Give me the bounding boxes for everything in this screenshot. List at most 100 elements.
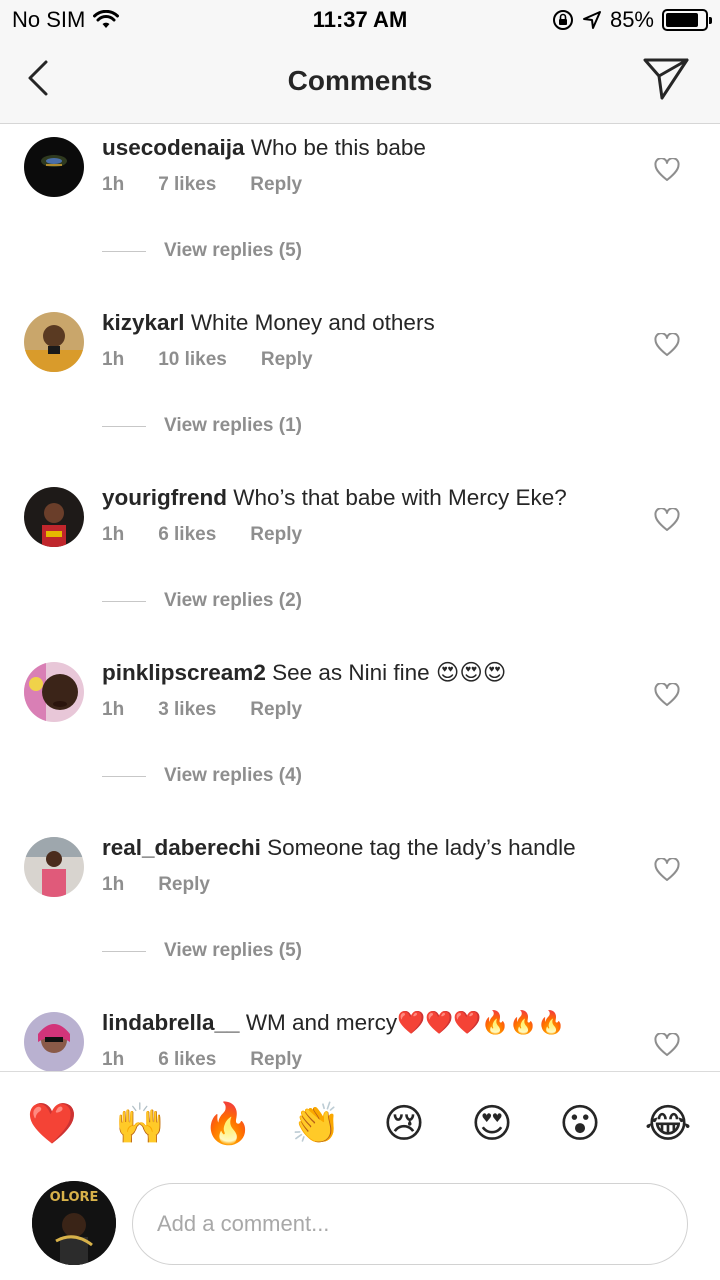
comment-time: 1h bbox=[102, 699, 125, 720]
comment-item: real_daberechi Someone tag the lady’s ha… bbox=[0, 825, 720, 1000]
view-replies-label: View replies (4) bbox=[164, 765, 302, 786]
reply-button[interactable]: Reply bbox=[250, 524, 302, 546]
view-replies-line bbox=[102, 600, 146, 602]
status-right: 85% bbox=[552, 7, 712, 33]
like-button[interactable] bbox=[654, 332, 680, 357]
comment-time: 1h bbox=[102, 349, 125, 370]
comment-meta: 1h 7 likes Reply bbox=[102, 174, 302, 196]
view-replies-button[interactable]: View replies (5) bbox=[102, 940, 302, 962]
comment-username[interactable]: kizykarl bbox=[102, 310, 185, 335]
wifi-icon bbox=[93, 10, 120, 28]
comment-body: Who be this babe bbox=[244, 135, 426, 160]
carrier-label: No SIM bbox=[12, 7, 86, 32]
battery-icon bbox=[662, 9, 712, 31]
comment-meta: 1h Reply bbox=[102, 874, 210, 896]
comment-body: Who’s that babe with Mercy Eke? bbox=[227, 485, 567, 510]
view-replies-line bbox=[102, 950, 146, 952]
comment-meta: 1h 10 likes Reply bbox=[102, 349, 313, 371]
comment-likes[interactable]: 7 likes bbox=[158, 174, 216, 196]
avatar[interactable] bbox=[24, 837, 84, 897]
comment-composer: OLORE bbox=[0, 1175, 720, 1280]
comment-item: yourigfrend Who’s that babe with Mercy E… bbox=[0, 475, 720, 650]
comment-username[interactable]: usecodenaija bbox=[102, 135, 245, 160]
reply-button[interactable]: Reply bbox=[250, 1049, 302, 1071]
reply-button[interactable]: Reply bbox=[158, 874, 210, 896]
avatar[interactable] bbox=[24, 662, 84, 722]
view-replies-button[interactable]: View replies (1) bbox=[102, 415, 302, 437]
avatar-image bbox=[24, 662, 84, 722]
reaction-crying[interactable]: 😢 bbox=[376, 1096, 432, 1152]
reaction-clapping[interactable]: 👏 bbox=[288, 1096, 344, 1152]
comment-body: WM and mercy❤️❤️❤️🔥🔥🔥 bbox=[239, 1010, 566, 1035]
comment-time: 1h bbox=[102, 524, 125, 545]
current-user-avatar: OLORE bbox=[32, 1181, 116, 1265]
comment-likes[interactable]: 6 likes bbox=[158, 1049, 216, 1071]
comment-body: See as Nini fine 😍😍😍 bbox=[265, 660, 507, 685]
comment-item: pinklipscream2 See as Nini fine 😍😍😍 1h 3… bbox=[0, 650, 720, 825]
view-replies-button[interactable]: View replies (5) bbox=[102, 240, 302, 262]
heart-icon bbox=[654, 682, 680, 706]
comment-text: kizykarl White Money and others bbox=[102, 308, 662, 338]
view-replies-label: View replies (5) bbox=[164, 240, 302, 261]
reaction-surprised[interactable]: 😮 bbox=[552, 1096, 608, 1152]
avatar-image bbox=[24, 1012, 84, 1071]
avatar[interactable] bbox=[24, 487, 84, 547]
comment-body: White Money and others bbox=[184, 310, 435, 335]
view-replies-label: View replies (5) bbox=[164, 940, 302, 961]
comment-meta: 1h 3 likes Reply bbox=[102, 699, 302, 721]
reaction-heart-eyes[interactable]: 😍 bbox=[464, 1096, 520, 1152]
comment-likes[interactable]: 3 likes bbox=[158, 699, 216, 721]
reaction-laughing[interactable]: 😂 bbox=[640, 1096, 696, 1152]
view-replies-label: View replies (2) bbox=[164, 590, 302, 611]
like-button[interactable] bbox=[654, 507, 680, 532]
nav-bar: Comments bbox=[0, 40, 720, 124]
share-button[interactable] bbox=[642, 57, 690, 101]
reply-button[interactable]: Reply bbox=[261, 349, 313, 371]
view-replies-line bbox=[102, 775, 146, 777]
avatar-image bbox=[24, 837, 84, 897]
like-button[interactable] bbox=[654, 1032, 680, 1057]
reaction-fire[interactable]: 🔥 bbox=[200, 1096, 256, 1152]
avatar[interactable] bbox=[24, 1012, 84, 1071]
like-button[interactable] bbox=[654, 682, 680, 707]
comment-likes[interactable]: 10 likes bbox=[158, 349, 227, 371]
view-replies-button[interactable]: View replies (2) bbox=[102, 590, 302, 612]
like-button[interactable] bbox=[654, 857, 680, 882]
comment-likes[interactable]: 6 likes bbox=[158, 524, 216, 546]
comment-time: 1h bbox=[102, 1049, 125, 1070]
comment-username[interactable]: yourigfrend bbox=[102, 485, 227, 510]
like-button[interactable] bbox=[654, 157, 680, 182]
reply-button[interactable]: Reply bbox=[250, 699, 302, 721]
comment-username[interactable]: lindabrella__ bbox=[102, 1010, 240, 1035]
quick-reactions-bar: ❤️ 🙌 🔥 👏 😢 😍 😮 😂 bbox=[0, 1071, 720, 1175]
heart-icon bbox=[654, 857, 680, 881]
page-title: Comments bbox=[287, 65, 433, 96]
comment-text: usecodenaija Who be this babe bbox=[102, 133, 662, 163]
heart-icon bbox=[654, 157, 680, 181]
comment-text: yourigfrend Who’s that babe with Mercy E… bbox=[102, 483, 662, 513]
avatar-image bbox=[24, 487, 84, 547]
view-replies-line bbox=[102, 425, 146, 427]
comment-input[interactable] bbox=[132, 1183, 688, 1265]
comments-list[interactable]: usecodenaija Who be this babe 1h 7 likes… bbox=[0, 125, 720, 1071]
avatar[interactable] bbox=[24, 312, 84, 372]
battery-nub bbox=[709, 17, 712, 24]
comment-username[interactable]: real_daberechi bbox=[102, 835, 261, 860]
reaction-raising-hands[interactable]: 🙌 bbox=[112, 1096, 168, 1152]
comment-text: pinklipscream2 See as Nini fine 😍😍😍 bbox=[102, 658, 662, 688]
rotation-lock-icon bbox=[552, 10, 573, 30]
reaction-heart[interactable]: ❤️ bbox=[24, 1096, 80, 1152]
view-replies-button[interactable]: View replies (4) bbox=[102, 765, 302, 787]
reply-button[interactable]: Reply bbox=[250, 174, 302, 196]
comment-username[interactable]: pinklipscream2 bbox=[102, 660, 266, 685]
battery-percent: 85% bbox=[609, 7, 654, 32]
status-bar: 11:37 AM No SIM 85% bbox=[0, 0, 720, 40]
comment-meta: 1h 6 likes Reply bbox=[102, 1049, 302, 1071]
heart-icon bbox=[654, 1032, 680, 1056]
view-replies-line bbox=[102, 250, 146, 252]
location-icon bbox=[582, 11, 601, 29]
comment-item: lindabrella__ WM and mercy❤️❤️❤️🔥🔥🔥 1h 6… bbox=[0, 1000, 720, 1071]
comment-item: kizykarl White Money and others 1h 10 li… bbox=[0, 300, 720, 475]
avatar[interactable] bbox=[24, 137, 84, 197]
comment-item: usecodenaija Who be this babe 1h 7 likes… bbox=[0, 125, 720, 300]
